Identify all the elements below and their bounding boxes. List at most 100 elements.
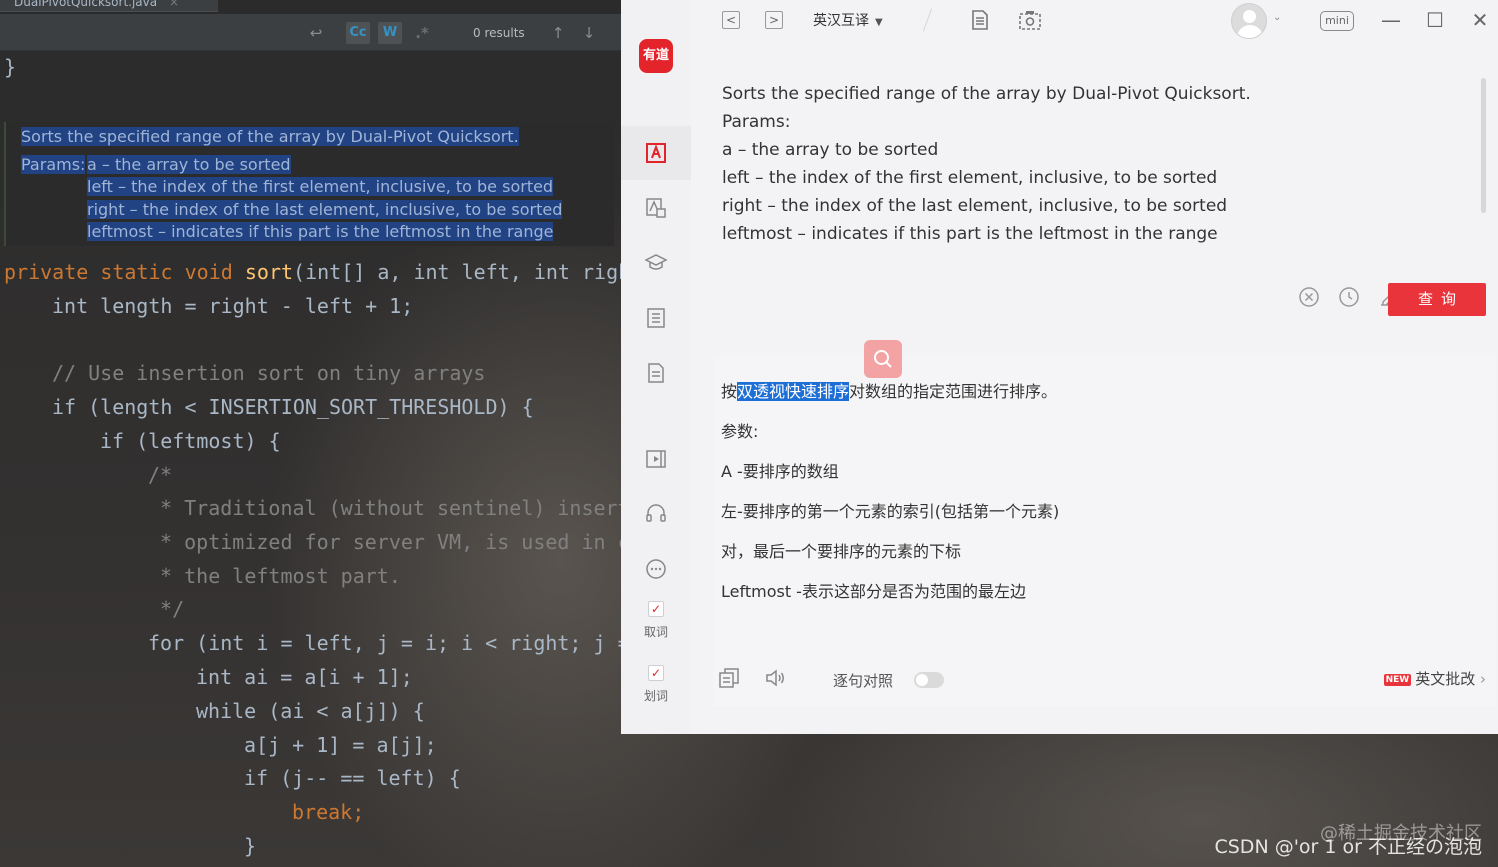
- code-line: if (leftmost) {: [100, 429, 281, 453]
- notebook-icon: [647, 308, 665, 328]
- source-textarea[interactable]: Sorts the specified range of the array b…: [722, 80, 1462, 248]
- code-line-signature: private static void sort(int[] a, int le…: [4, 260, 621, 284]
- copy-icon[interactable]: [717, 666, 741, 690]
- video-translate-button[interactable]: [621, 432, 691, 486]
- code-line: if (j-- == left) {: [244, 766, 461, 790]
- source-scrollbar[interactable]: [1481, 78, 1486, 213]
- result-line: 按双透视快速排序对数组的指定范围进行排序。: [721, 382, 1058, 401]
- result-line: 左-要排序的第一个元素的索引(包括第一个元素): [721, 502, 1060, 521]
- caret-down-icon: ▼: [875, 17, 883, 28]
- doc-summary: Sorts the specified range of the array b…: [21, 127, 519, 146]
- speech-button[interactable]: [621, 487, 691, 541]
- previous-occurrence-icon[interactable]: ↑: [548, 22, 568, 44]
- graduation-cap-icon: [644, 254, 668, 270]
- headset-icon: [646, 504, 666, 522]
- translation-result-panel: 按双透视快速排序对数组的指定范围进行排序。 参数: A -要排序的数组 左-要排…: [713, 340, 1496, 706]
- result-line: 对，最后一个要排序的元素的下标: [721, 542, 962, 561]
- document-mode-button[interactable]: [969, 10, 991, 30]
- history-icon[interactable]: [1338, 286, 1360, 308]
- speaker-icon[interactable]: [763, 666, 787, 690]
- wordbook-button[interactable]: [621, 291, 691, 345]
- select-word-label: 划词: [643, 689, 668, 703]
- close-button[interactable]: ✕: [1468, 8, 1492, 32]
- tab-close-icon[interactable]: ×: [169, 0, 179, 9]
- maximize-button[interactable]: ☐: [1423, 8, 1447, 32]
- source-line: Sorts the specified range of the array b…: [722, 84, 1251, 104]
- undo-icon[interactable]: ↩: [306, 22, 326, 44]
- mini-mode-button[interactable]: mini: [1320, 11, 1354, 31]
- source-actions: [1298, 286, 1400, 308]
- source-line: leftmost – indicates if this part is the…: [722, 224, 1218, 244]
- youdao-sidebar: 有道 ✓ 取词 ✓ 划词: [621, 0, 691, 734]
- query-button[interactable]: 查询: [1388, 283, 1486, 316]
- code-comment: * optimized for server VM, is used in c: [148, 530, 621, 554]
- find-results-count: 0 results: [473, 26, 525, 40]
- youdao-titlebar: < > 英汉互译 ▼ ⌄ mini — ☐ ✕: [691, 0, 1498, 44]
- translate-text-button[interactable]: [621, 126, 691, 180]
- translation-mode-dropdown[interactable]: 英汉互译 ▼: [813, 10, 883, 32]
- code-line: break;: [292, 800, 365, 824]
- translation-mode-label: 英汉互译: [813, 13, 869, 29]
- code-comment: * Traditional (without sentinel) insert: [148, 496, 621, 520]
- doc-param-leftmost: leftmost – indicates if this part is the…: [87, 222, 554, 241]
- learning-button[interactable]: [621, 236, 691, 290]
- source-text-panel[interactable]: Sorts the specified range of the array b…: [711, 60, 1498, 335]
- translation-result-text[interactable]: 按双透视快速排序对数组的指定范围进行排序。 参数: A -要排序的数组 左-要排…: [721, 380, 1481, 620]
- clear-icon[interactable]: [1298, 286, 1320, 308]
- chevron-right-icon: ›: [1480, 670, 1486, 688]
- source-line: a – the array to be sorted: [722, 140, 939, 160]
- code-line: }: [244, 834, 257, 858]
- code-comment: */: [148, 597, 185, 621]
- account-caret-icon[interactable]: ⌄: [1273, 12, 1281, 23]
- back-button[interactable]: <: [721, 10, 741, 30]
- source-line: left – the index of the first element, i…: [722, 168, 1218, 188]
- youdao-logo: 有道: [639, 39, 673, 73]
- selected-text: 双透视快速排序: [737, 382, 850, 401]
- check-word-label: 取词: [643, 625, 668, 639]
- watermark: @稀土掘金技术社区 CSDN @'or 1 or 不正经の泡泡: [1214, 823, 1482, 859]
- document-button[interactable]: [621, 346, 691, 400]
- select-word-toggle[interactable]: ✓ 划词: [621, 665, 691, 704]
- select-word-checkbox[interactable]: ✓: [648, 665, 664, 681]
- file-icon: [972, 10, 988, 30]
- rendered-javadoc: Sorts the specified range of the array b…: [4, 122, 614, 246]
- match-case-toggle[interactable]: Cc: [346, 22, 370, 44]
- sentence-compare-toggle[interactable]: [914, 672, 944, 688]
- source-line: Params:: [722, 112, 791, 132]
- video-icon: [646, 450, 666, 468]
- regex-toggle[interactable]: .*: [410, 22, 434, 44]
- screenshot-icon: [1019, 11, 1041, 30]
- doc-param-right: right – the index of the last element, i…: [87, 200, 563, 219]
- user-avatar[interactable]: [1231, 3, 1267, 39]
- doc-param-a: a – the array to be sorted: [87, 155, 291, 174]
- code-comment: // Use insertion sort on tiny arrays: [52, 361, 486, 385]
- code-area[interactable]: } Sorts the specified range of the array…: [0, 50, 621, 867]
- code-line: int ai = a[i + 1];: [196, 665, 413, 689]
- code-line: int length = right - left + 1;: [52, 294, 414, 318]
- screenshot-translate-button[interactable]: [1018, 10, 1042, 30]
- result-line: A -要排序的数组: [721, 462, 839, 481]
- new-badge: NEW: [1383, 674, 1412, 686]
- find-bar: ↩ Cc W .* 0 results ↑ ↓: [0, 14, 621, 51]
- floating-search-button[interactable]: [864, 340, 902, 378]
- more-dots-icon: [646, 559, 666, 579]
- minimize-button[interactable]: —: [1379, 8, 1403, 32]
- code-comment: * the leftmost part.: [148, 564, 401, 588]
- code-line: a[j + 1] = a[j];: [244, 733, 437, 757]
- result-toolbar: 逐句对照 NEW 英文批改 ›: [713, 662, 1496, 696]
- editor-tab[interactable]: DualPivotQuicksort.java ×: [0, 0, 218, 12]
- code-line: for (int i = left, j = i; i < right; j =: [148, 631, 621, 655]
- next-occurrence-icon[interactable]: ↓: [579, 22, 599, 44]
- whole-words-toggle[interactable]: W: [378, 22, 402, 44]
- text-translate-icon: [646, 143, 666, 163]
- titlebar-divider: [922, 8, 933, 32]
- forward-button[interactable]: >: [764, 10, 784, 30]
- document-translate-button[interactable]: [621, 181, 691, 235]
- check-word-checkbox[interactable]: ✓: [648, 601, 664, 617]
- check-word-toggle[interactable]: ✓ 取词: [621, 601, 691, 640]
- source-line: right – the index of the last element, i…: [722, 196, 1228, 216]
- code-line: }: [4, 55, 17, 79]
- english-correction-link[interactable]: NEW 英文批改 ›: [1383, 668, 1486, 689]
- doc-params-label: Params:: [21, 155, 86, 174]
- more-button[interactable]: [621, 542, 691, 596]
